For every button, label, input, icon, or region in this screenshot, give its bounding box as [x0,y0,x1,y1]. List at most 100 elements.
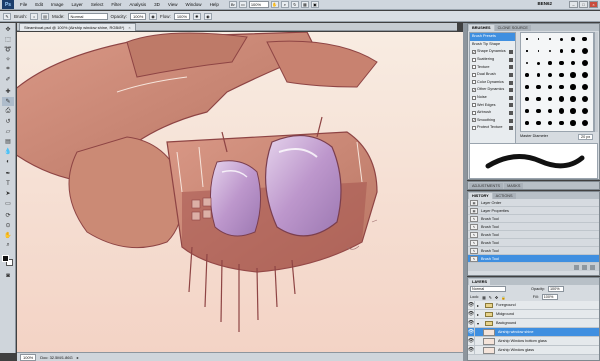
brush-tip-preset[interactable] [570,96,576,102]
brush-tip-preset[interactable] [581,72,588,78]
gradient-tool-icon[interactable]: ▤ [2,137,14,146]
tab-adjustments[interactable]: ADJUSTMENTS [469,183,504,189]
lock-icon[interactable] [509,110,513,115]
eyedropper-tool-icon[interactable]: ✐ [2,75,14,84]
lock-icon[interactable] [509,50,513,55]
menu-select[interactable]: Select [87,2,108,7]
history-brush-tool-icon[interactable]: ↺ [2,117,14,126]
checkbox-icon[interactable] [472,110,476,115]
menu-edit[interactable]: Edit [31,2,47,7]
brush-option-shape-dynamics[interactable]: ✓ Shape Dynamics [470,48,515,56]
layer-airship-window-shine[interactable]: 👁 Airship window shine [468,327,599,337]
expand-triangle-icon[interactable]: ▸ [477,303,479,308]
clone-stamp-tool-icon[interactable]: ⎙ [2,107,14,116]
brush-tip-preset[interactable] [559,60,564,66]
history-item[interactable]: ✎ Brush Tool [468,247,599,255]
document-tab[interactable]: Steamboat.psd @ 100% (Airship window shi… [19,23,136,31]
brush-tip-preset[interactable] [536,84,541,90]
history-item[interactable]: ✎ Brush Tool [468,223,599,231]
zoom-tool-icon[interactable]: ⌕ [2,241,14,250]
brush-option-other-dynamics[interactable]: ✓ Other Dynamics [470,86,515,94]
blend-mode-dropdown[interactable]: Normal [470,286,506,292]
brush-tip-preset[interactable] [570,72,576,78]
brush-option-protect-texture[interactable]: Protect Texture [470,124,515,132]
3d-orbit-tool-icon[interactable]: ⊙ [2,221,14,230]
brush-tip-preset[interactable] [581,108,588,114]
brush-tip-preset[interactable] [537,50,540,52]
brush-tip-preset[interactable] [570,120,576,126]
brush-picker-dropdown[interactable]: • [30,12,39,20]
crop-tool-icon[interactable]: ⌗ [2,65,14,74]
shape-tool-icon[interactable]: ▭ [2,199,14,208]
brush-tip-preset[interactable] [581,96,588,102]
brush-tip-preset[interactable] [581,60,588,66]
tab-brushes[interactable]: BRUSHES [469,25,494,31]
menu-3d[interactable]: 3D [150,2,164,7]
eye-icon[interactable]: 👁 [468,318,475,328]
eye-icon[interactable]: 👁 [468,345,475,355]
airbrush-icon[interactable]: ✺ [192,12,201,20]
brush-tip-preset[interactable] [581,84,588,90]
brush-option-noise[interactable]: Noise [470,94,515,102]
brush-tip-preset[interactable] [570,60,576,66]
brush-tip-preset[interactable] [548,49,552,53]
tab-masks[interactable]: MASKS [504,183,524,189]
lasso-tool-icon[interactable]: ➰ [2,45,14,54]
layer-group-background[interactable]: 👁 ▾ Background [468,318,599,328]
healing-brush-tool-icon[interactable]: ✚ [2,87,14,96]
menu-view[interactable]: View [164,2,182,7]
checkbox-icon[interactable] [472,65,476,70]
brush-tip-preset[interactable] [547,96,553,102]
blur-tool-icon[interactable]: 💧 [2,147,14,156]
brush-tip-preset[interactable] [558,108,565,114]
tab-actions[interactable]: ACTIONS [492,193,516,199]
brush-tip-preset[interactable] [548,61,552,65]
brush-option-texture[interactable]: Texture [470,63,515,71]
brush-tip-preset[interactable] [536,120,541,126]
brush-tip-preset[interactable] [570,108,576,114]
marquee-tool-icon[interactable]: ⬚ [2,35,14,44]
menu-filter[interactable]: Filter [107,2,125,7]
lock-icon[interactable] [509,118,513,123]
brush-tip-preset[interactable] [547,84,553,90]
brush-tip-preset[interactable] [536,108,541,114]
layer-group-midground[interactable]: 👁 ▸ Midground [468,309,599,319]
close-tab-icon[interactable]: × [128,25,130,30]
menu-file[interactable]: File [16,2,31,7]
delete-state-icon[interactable] [590,264,595,270]
pen-tool-icon[interactable]: ✒ [2,169,14,178]
minimize-icon[interactable]: – [569,1,578,8]
history-item[interactable]: ✎ Brush Tool [468,231,599,239]
status-zoom-field[interactable]: 100% [20,353,37,361]
lock-icon[interactable] [509,65,513,70]
eye-icon[interactable]: 👁 [468,300,475,310]
brush-option-scattering[interactable]: Scattering [470,56,515,64]
type-tool-icon[interactable]: T [2,179,14,188]
brush-tip-preset[interactable] [581,48,588,54]
brush-tip-preset[interactable] [525,97,529,101]
checkbox-icon[interactable] [472,95,476,100]
lock-icon[interactable] [509,126,513,131]
checkbox-checked-icon[interactable]: ✓ [472,118,476,123]
lock-position-icon[interactable]: ✥ [495,295,498,300]
master-diameter-field[interactable]: 20 px [578,134,594,140]
brush-tip-preset[interactable] [581,120,588,126]
tab-history[interactable]: HISTORY [469,193,492,199]
brush-option-airbrush[interactable]: Airbrush [470,109,515,117]
menu-layer[interactable]: Layer [68,2,87,7]
menu-image[interactable]: Image [47,2,68,7]
brush-tip-preset[interactable] [582,36,587,42]
menu-window[interactable]: Window [182,2,206,7]
dodge-tool-icon[interactable]: ◐ [2,157,14,166]
history-item[interactable]: ▦ Layer Order [468,199,599,207]
history-item[interactable]: ▦ Layer Properties [468,207,599,215]
close-icon[interactable]: × [589,1,598,8]
brush-tip-preset[interactable] [560,37,563,41]
brush-grid-scrollbar[interactable] [594,32,598,132]
layer-opacity-field[interactable]: 100% [547,286,564,292]
tablet-opacity-icon[interactable]: ◉ [149,12,158,20]
brush-tip-preset[interactable] [525,109,529,113]
quick-select-tool-icon[interactable]: ✧ [2,55,14,64]
eraser-tool-icon[interactable]: ▱ [2,127,14,136]
brush-tool-icon[interactable]: ✎ [3,12,11,20]
